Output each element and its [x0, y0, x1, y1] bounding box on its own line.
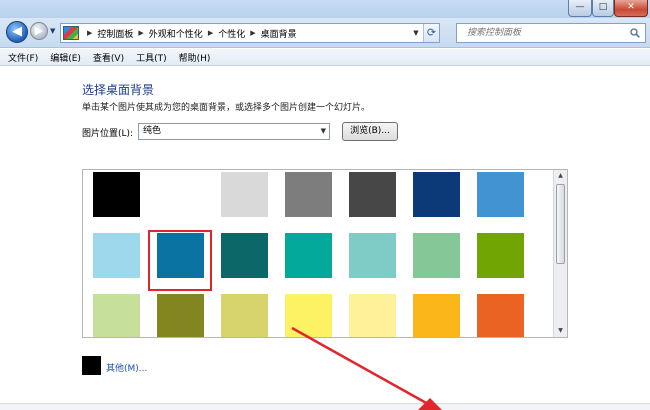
color-tile[interactable]: [349, 233, 396, 278]
menu-bar: 文件(F) 编辑(E) 查看(V) 工具(T) 帮助(H): [0, 49, 650, 66]
menu-edit[interactable]: 编辑(E): [50, 51, 81, 64]
bottom-divider: [0, 403, 650, 410]
selected-color-highlight: [148, 230, 212, 291]
breadcrumb-control-panel[interactable]: 控制面板: [97, 27, 133, 40]
breadcrumb-desktop-background[interactable]: 桌面背景: [261, 27, 297, 40]
color-gallery: ▲ ▼: [82, 169, 568, 338]
other-colors-link[interactable]: 其他(M)...: [106, 361, 147, 374]
color-tile[interactable]: [477, 172, 524, 217]
navigation-bar: ◀ ▶ ▼ ▶ 控制面板 ▶ 外观和个性化 ▶ 个性化 ▶ 桌面背景 ▼ ⟳: [0, 18, 650, 48]
search-icon[interactable]: [630, 28, 640, 38]
content-area: 选择桌面背景 单击某个图片使其成为您的桌面背景，或选择多个图片创建一个幻灯片。 …: [0, 67, 650, 410]
color-tile[interactable]: [221, 172, 268, 217]
page-description: 单击某个图片使其成为您的桌面背景，或选择多个图片创建一个幻灯片。: [82, 103, 371, 113]
gallery-scrollbar[interactable]: ▲ ▼: [553, 170, 567, 337]
picture-location-select[interactable]: 纯色 ▼: [138, 123, 330, 140]
color-tile[interactable]: [285, 294, 332, 337]
search-box[interactable]: [456, 23, 646, 43]
address-bar[interactable]: ▶ 控制面板 ▶ 外观和个性化 ▶ 个性化 ▶ 桌面背景 ▼ ⟳: [60, 23, 440, 43]
page-title: 选择桌面背景: [82, 83, 155, 97]
chevron-down-icon: ▼: [320, 127, 326, 135]
breadcrumb-separator-icon[interactable]: ▶: [138, 29, 143, 37]
color-tile[interactable]: [93, 172, 140, 217]
color-tile[interactable]: [413, 233, 460, 278]
color-tile[interactable]: [349, 172, 396, 217]
color-tile[interactable]: [285, 233, 332, 278]
breadcrumb-appearance[interactable]: 外观和个性化: [149, 27, 203, 40]
minimize-button[interactable]: —: [568, 0, 592, 17]
breadcrumb-separator-icon[interactable]: ▶: [87, 29, 92, 37]
breadcrumb-personalization[interactable]: 个性化: [218, 27, 245, 40]
menu-file[interactable]: 文件(F): [8, 51, 38, 64]
back-button[interactable]: ◀: [6, 21, 28, 43]
search-input[interactable]: [467, 26, 617, 40]
control-panel-icon: [63, 26, 79, 40]
color-tile[interactable]: [93, 233, 140, 278]
color-tile[interactable]: [285, 172, 332, 217]
title-bar: — □ ✕: [0, 0, 650, 18]
maximize-button[interactable]: □: [592, 0, 614, 17]
recent-pages-dropdown[interactable]: ▼: [50, 27, 55, 35]
color-tile[interactable]: [157, 294, 204, 337]
color-tile[interactable]: [221, 233, 268, 278]
menu-view[interactable]: 查看(V): [93, 51, 124, 64]
color-tile[interactable]: [477, 233, 524, 278]
close-button[interactable]: ✕: [614, 0, 648, 17]
refresh-button[interactable]: ⟳: [423, 24, 439, 42]
color-tile[interactable]: [413, 294, 460, 337]
scroll-thumb[interactable]: [556, 184, 565, 264]
menu-tools[interactable]: 工具(T): [136, 51, 167, 64]
address-dropdown-icon[interactable]: ▼: [409, 24, 423, 42]
browse-button[interactable]: 浏览(B)...: [342, 122, 398, 141]
breadcrumb-separator-icon[interactable]: ▶: [250, 29, 255, 37]
color-tile[interactable]: [221, 294, 268, 337]
color-tile[interactable]: [349, 294, 396, 337]
color-tile[interactable]: [413, 172, 460, 217]
other-color-swatch[interactable]: [82, 356, 101, 375]
color-tile[interactable]: [93, 294, 140, 337]
color-tile[interactable]: [477, 294, 524, 337]
menu-help[interactable]: 帮助(H): [179, 51, 211, 64]
picture-location-label: 图片位置(L):: [82, 129, 134, 139]
scroll-down-icon[interactable]: ▼: [554, 325, 567, 337]
color-tile[interactable]: [157, 172, 204, 217]
picture-location-value: 纯色: [143, 126, 162, 136]
scroll-up-icon[interactable]: ▲: [554, 170, 567, 182]
forward-button[interactable]: ▶: [30, 22, 48, 40]
breadcrumb-separator-icon[interactable]: ▶: [208, 29, 213, 37]
